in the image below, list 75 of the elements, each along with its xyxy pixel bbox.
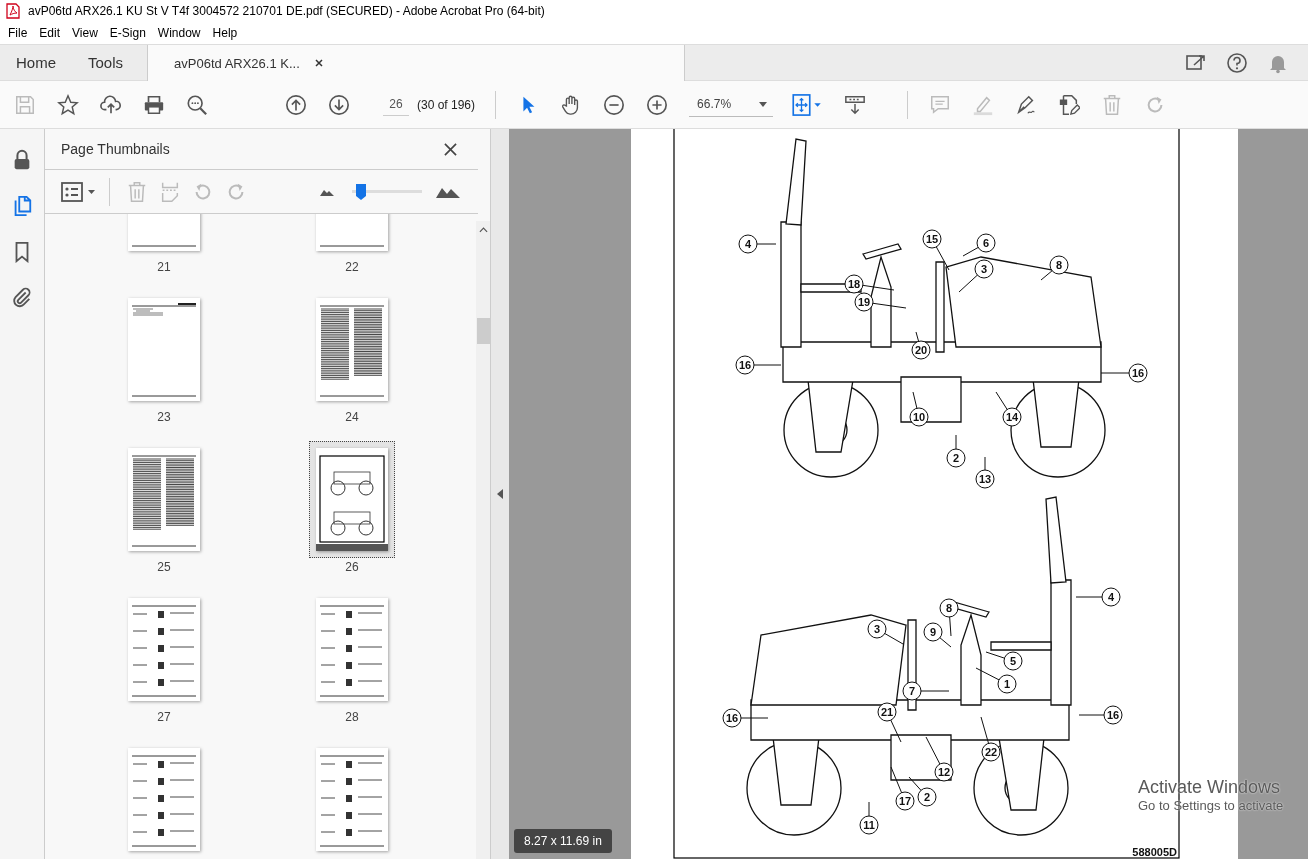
callout-number: 21 bbox=[877, 702, 902, 743]
page-number-label: 25 bbox=[157, 560, 171, 574]
menu-item[interactable]: File bbox=[2, 26, 34, 40]
slider-thumb[interactable] bbox=[356, 183, 367, 200]
page-number-field[interactable]: 26 bbox=[383, 93, 409, 116]
side-box bbox=[900, 376, 962, 423]
callout-number: 19 bbox=[854, 292, 907, 312]
menu-item[interactable]: Window bbox=[151, 26, 207, 40]
callout-number: 16 bbox=[735, 355, 782, 375]
scroll-up-icon[interactable] bbox=[478, 227, 488, 233]
pdf-app-icon bbox=[6, 3, 20, 19]
callout-number: 15 bbox=[922, 229, 950, 271]
callout-number: 16 bbox=[1100, 363, 1148, 383]
callout-number: 6 bbox=[962, 233, 996, 257]
page-thumbnail[interactable] bbox=[309, 441, 395, 558]
close-icon[interactable] bbox=[444, 142, 457, 156]
callout-number: 13 bbox=[975, 456, 995, 489]
zoom-in-icon[interactable] bbox=[646, 93, 669, 116]
next-page-icon[interactable] bbox=[328, 93, 350, 116]
callout-number: 11 bbox=[859, 801, 879, 835]
help-icon[interactable] bbox=[1226, 51, 1248, 74]
callout-number: 4 bbox=[738, 234, 777, 254]
menu-item[interactable]: Help bbox=[206, 26, 244, 40]
scroll-mode-icon[interactable] bbox=[844, 93, 867, 116]
callout-number: 20 bbox=[911, 331, 931, 360]
scrollbar-thumb[interactable] bbox=[476, 318, 490, 344]
panel-title: Page Thumbnails bbox=[61, 141, 170, 157]
document-tab[interactable]: avP06td ARX26.1 K... bbox=[147, 45, 686, 81]
callout-number: 14 bbox=[995, 391, 1022, 427]
page-number-label: 23 bbox=[157, 410, 171, 424]
previous-page-icon[interactable] bbox=[285, 93, 307, 116]
zoom-search-icon[interactable] bbox=[186, 93, 208, 116]
page-number-label: 27 bbox=[157, 710, 171, 724]
small-mountain-icon bbox=[320, 187, 334, 196]
window-title: avP06td ARX26.1 KU St V T4f 3004572 210701 DE.pdf (SECURED) - Adobe Acrobat Pro (64-bit) bbox=[28, 4, 545, 18]
callout-number: 9 bbox=[923, 622, 952, 648]
zoom-out-icon[interactable] bbox=[603, 93, 626, 116]
callout-number: 8 bbox=[1040, 255, 1069, 281]
options-menu-icon[interactable] bbox=[61, 180, 97, 203]
callout-number: 5 bbox=[985, 651, 1023, 671]
page-count: (30 of 196) bbox=[417, 97, 476, 112]
callout-number: 16 bbox=[722, 708, 769, 728]
page-size-badge: 8.27 x 11.69 in bbox=[514, 829, 612, 853]
menu-item[interactable]: View bbox=[66, 26, 104, 40]
page-number-label: 24 bbox=[345, 410, 359, 424]
paperclip-icon[interactable] bbox=[11, 287, 33, 309]
callout-number: 4 bbox=[1075, 587, 1121, 607]
page-number-label: 21 bbox=[157, 260, 171, 274]
thumbnail-size-slider[interactable] bbox=[352, 183, 422, 200]
star-icon[interactable] bbox=[57, 93, 79, 116]
figure-number: 588005D bbox=[1132, 846, 1177, 858]
callout-number: 10 bbox=[909, 391, 929, 427]
callout-number: 3 bbox=[958, 259, 994, 293]
callout-number: 16 bbox=[1078, 705, 1123, 725]
callout-number: 1 bbox=[975, 667, 1017, 694]
close-icon[interactable] bbox=[313, 58, 324, 68]
callout-number: 17 bbox=[890, 766, 915, 811]
page-number-label: 22 bbox=[345, 260, 359, 274]
callout-number: 12 bbox=[925, 736, 954, 782]
menu-item[interactable]: E-Sign bbox=[103, 26, 152, 40]
callout-number: 18 bbox=[844, 274, 895, 294]
callout-number: 3 bbox=[867, 619, 904, 645]
zoom-dropdown[interactable]: 66.7% bbox=[689, 92, 774, 117]
print-icon[interactable] bbox=[143, 93, 165, 116]
edit-document-icon[interactable] bbox=[1058, 93, 1081, 116]
caret-icon[interactable] bbox=[759, 101, 768, 107]
menu-item[interactable]: Edit bbox=[33, 26, 67, 40]
cloud-upload-icon[interactable] bbox=[100, 93, 122, 116]
seat bbox=[990, 641, 1052, 651]
callout-number: 2 bbox=[946, 434, 966, 468]
page-number-label: 26 bbox=[345, 560, 359, 574]
page-number-label: 28 bbox=[345, 710, 359, 724]
callout-number: 7 bbox=[902, 681, 950, 701]
callout-number: 22 bbox=[980, 716, 1001, 762]
collapse-panel-icon[interactable] bbox=[497, 489, 503, 499]
